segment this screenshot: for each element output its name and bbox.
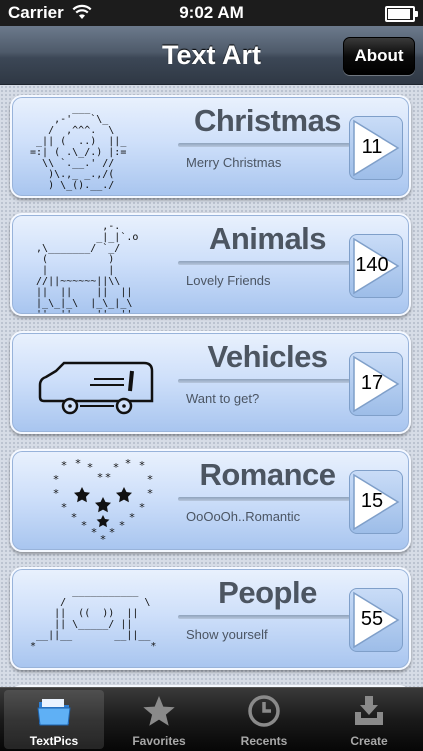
battery-icon <box>385 6 418 22</box>
category-title: Animals <box>208 221 327 256</box>
svg-text:*: * <box>75 457 81 470</box>
category-card-people[interactable]: ___________ / \ || (( )) || || \_____/ |… <box>10 567 411 670</box>
svg-text:*: * <box>139 501 145 514</box>
category-title: People <box>218 575 317 610</box>
category-subtitle: Lovely Friends <box>186 273 271 288</box>
svg-text:*: * <box>91 526 97 539</box>
category-count: 11 <box>361 136 383 158</box>
title-divider <box>178 497 350 501</box>
title-divider <box>178 143 350 147</box>
svg-text:*: * <box>81 519 87 532</box>
category-subtitle: OoOoOh..Romantic <box>186 509 301 524</box>
category-count: 15 <box>360 490 384 512</box>
svg-text:*: * <box>139 459 145 472</box>
svg-text:*: * <box>119 519 125 532</box>
category-card-vehicles[interactable]: Vehicles Want to get? 17 <box>10 331 411 434</box>
category-count: 55 <box>360 608 384 630</box>
download-tray-icon <box>355 696 383 725</box>
tab-create[interactable]: Create <box>319 690 419 749</box>
open-category-button[interactable]: 55 <box>349 588 403 652</box>
tab-label: Favorites <box>132 734 186 748</box>
category-subtitle: Want to get? <box>186 391 260 406</box>
open-category-button[interactable]: 11 <box>349 116 403 180</box>
category-subtitle: Show yourself <box>186 627 268 642</box>
title-divider <box>178 615 350 619</box>
svg-text:*: * <box>100 533 106 545</box>
svg-text:*: * <box>87 461 93 474</box>
svg-text:*: * <box>147 487 153 500</box>
dog-art: ,-. _|_|`.o ,\_______/ `_/ ( ) | | //||~… <box>36 221 139 320</box>
navigation-bar: Text Art About <box>0 26 423 85</box>
category-card-christmas[interactable]: ___ ,-' `\_ / ,^^^. \ _|| ( ..) ||_ =:| … <box>10 95 411 198</box>
star-icon <box>143 696 175 726</box>
santa-art: ___ ,-' `\_ / ,^^^. \ _|| ( ..) ||_ =:| … <box>30 103 127 191</box>
clock-time: 9:02 AM <box>179 3 244 22</box>
open-category-button[interactable]: 17 <box>349 352 403 416</box>
tab-bar: TextPics Favorites Recents Create <box>0 687 423 751</box>
tab-label: TextPics <box>29 734 79 748</box>
category-subtitle: Merry Christmas <box>186 155 282 170</box>
folder-icon <box>37 699 71 726</box>
heart-stars-art: * * * * * * * * * * * * * * * * * * * * * <box>53 457 153 545</box>
open-category-button[interactable]: 140 <box>349 234 403 298</box>
svg-text:*: * <box>147 473 153 486</box>
category-card-animals[interactable]: ,-. _|_|`.o ,\_______/ `_/ ( ) | | //||~… <box>10 213 411 320</box>
svg-text:*: * <box>53 487 59 500</box>
category-list[interactable]: ___ ,-' `\_ / ,^^^. \ _|| ( ..) ||_ =:| … <box>0 85 423 687</box>
svg-text:*: * <box>109 526 115 539</box>
people-art: ___________ / \ || (( )) || || \_____/ |… <box>30 586 157 652</box>
svg-text:*: * <box>53 473 59 486</box>
title-divider <box>178 379 350 383</box>
svg-text:*: * <box>61 501 67 514</box>
tab-label: Recents <box>240 734 288 748</box>
category-count: 17 <box>360 372 384 394</box>
category-card-romance[interactable]: * * * * * * * * * * * * * * * * * * * * * Romance Oo… <box>10 449 411 552</box>
status-bar: Carrier 9:02 AM <box>0 0 423 26</box>
svg-text:*: * <box>105 471 111 484</box>
tab-textpics[interactable]: TextPics <box>4 690 104 749</box>
tab-label: Create <box>350 734 388 748</box>
clock-icon <box>248 695 280 727</box>
about-button[interactable]: About <box>343 37 415 75</box>
svg-text:*: * <box>113 461 119 474</box>
svg-text:*: * <box>97 471 103 484</box>
category-count: 140 <box>355 254 389 276</box>
svg-text:*: * <box>61 459 67 472</box>
tab-recents[interactable]: Recents <box>214 690 314 749</box>
category-title: Christmas <box>193 103 342 138</box>
svg-text:*: * <box>71 511 77 524</box>
category-title: Romance <box>199 457 336 492</box>
category-title: Vehicles <box>207 339 328 374</box>
title-divider <box>178 261 350 265</box>
car-art <box>38 361 154 415</box>
open-category-button[interactable]: 15 <box>349 470 403 534</box>
svg-text:*: * <box>125 457 131 470</box>
svg-text:*: * <box>129 511 135 524</box>
tab-favorites[interactable]: Favorites <box>109 690 209 749</box>
